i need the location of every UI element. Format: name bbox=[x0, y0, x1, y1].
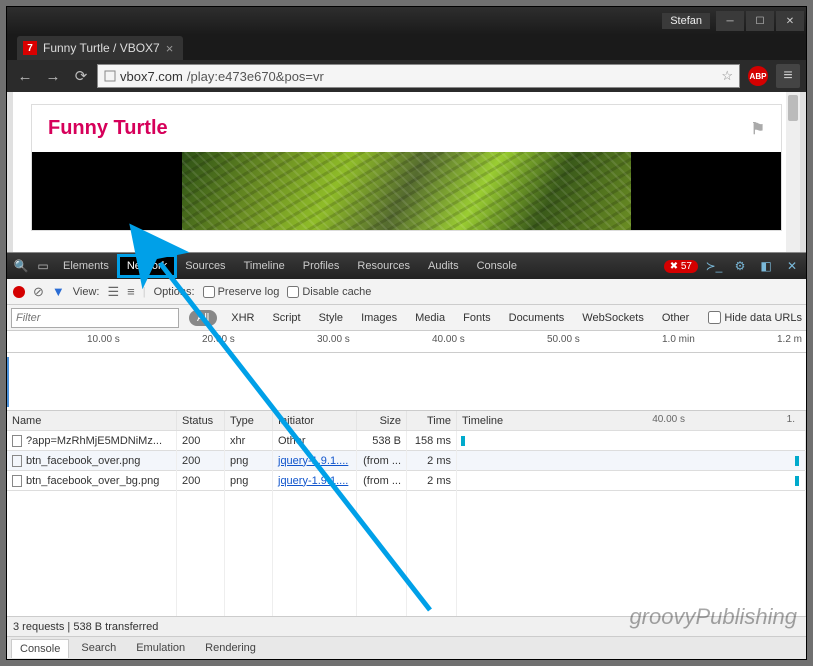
drawer-toggle-icon[interactable]: ≻_ bbox=[704, 259, 724, 273]
forward-button[interactable]: → bbox=[41, 64, 65, 88]
col-time[interactable]: Time bbox=[407, 411, 457, 430]
device-icon[interactable]: ▭ bbox=[33, 259, 53, 273]
filter-images[interactable]: Images bbox=[357, 310, 401, 326]
col-timeline[interactable]: Timeline 40.00 s 1. bbox=[457, 411, 806, 430]
devtools-panel: 🔍 ▭ Elements Network Sources Timeline Pr… bbox=[7, 252, 806, 659]
bookmark-star-icon[interactable]: ☆ bbox=[721, 68, 733, 84]
page-content: Funny Turtle ⚑ bbox=[7, 92, 806, 252]
table-header: Name Status Type Initiator Size Time Tim… bbox=[7, 411, 806, 431]
devtools-drawer-tabs: Console Search Emulation Rendering bbox=[7, 636, 806, 659]
hide-data-urls-checkbox[interactable]: Hide data URLs bbox=[708, 311, 802, 324]
filter-fonts[interactable]: Fonts bbox=[459, 310, 495, 326]
drawer-search[interactable]: Search bbox=[73, 639, 124, 657]
large-rows-icon[interactable]: ☰ bbox=[107, 284, 119, 300]
tab-elements[interactable]: Elements bbox=[55, 256, 117, 276]
page-scrollbar[interactable] bbox=[786, 92, 800, 252]
filter-all[interactable]: All bbox=[189, 310, 217, 326]
record-button[interactable] bbox=[13, 286, 25, 298]
favicon-icon: 7 bbox=[23, 41, 37, 55]
file-icon bbox=[12, 475, 22, 487]
minimize-button[interactable]: ─ bbox=[716, 11, 744, 31]
close-button[interactable]: ✕ bbox=[776, 11, 804, 31]
maximize-button[interactable]: ☐ bbox=[746, 11, 774, 31]
browser-menu-button[interactable]: ≡ bbox=[776, 64, 800, 88]
drawer-emulation[interactable]: Emulation bbox=[128, 639, 193, 657]
devtools-statusbar: 3 requests | 538 B transferred bbox=[7, 616, 806, 636]
network-table: Name Status Type Initiator Size Time Tim… bbox=[7, 411, 806, 616]
url-host: vbox7.com bbox=[120, 69, 183, 84]
initiator-link[interactable]: jquery-1.9.1.... bbox=[278, 475, 348, 487]
browser-navbar: ← → ⟳ vbox7.com/play:e473e670&pos=vr ☆ A… bbox=[7, 60, 806, 92]
page-icon bbox=[104, 70, 116, 82]
tab-profiles[interactable]: Profiles bbox=[295, 256, 348, 276]
col-initiator[interactable]: Initiator bbox=[273, 411, 357, 430]
tab-timeline[interactable]: Timeline bbox=[236, 256, 293, 276]
network-filter-row: All XHR Script Style Images Media Fonts … bbox=[7, 305, 806, 331]
timing-bar bbox=[795, 476, 799, 486]
flag-icon[interactable]: ⚑ bbox=[751, 119, 765, 139]
back-button[interactable]: ← bbox=[13, 64, 37, 88]
filter-toggle-icon[interactable]: ▼ bbox=[52, 284, 65, 299]
tab-resources[interactable]: Resources bbox=[349, 256, 418, 276]
table-row[interactable]: btn_facebook_over_bg.png200pngjquery-1.9… bbox=[7, 471, 806, 491]
table-row[interactable]: ?app=MzRhMjE5MDNiMz...200xhrOther538 B15… bbox=[7, 431, 806, 451]
filter-websockets[interactable]: WebSockets bbox=[578, 310, 648, 326]
window-titlebar: Stefan ─ ☐ ✕ bbox=[7, 7, 806, 35]
devtools-tabs: 🔍 ▭ Elements Network Sources Timeline Pr… bbox=[7, 253, 806, 279]
small-rows-icon[interactable]: ≡ bbox=[127, 284, 135, 299]
options-label: Options: bbox=[154, 286, 195, 298]
table-row[interactable]: btn_facebook_over.png200pngjquery-1.9.1.… bbox=[7, 451, 806, 471]
filter-script[interactable]: Script bbox=[268, 310, 304, 326]
video-player[interactable] bbox=[32, 152, 781, 230]
drawer-rendering[interactable]: Rendering bbox=[197, 639, 264, 657]
url-input[interactable]: vbox7.com/play:e473e670&pos=vr ☆ bbox=[97, 64, 740, 88]
filter-media[interactable]: Media bbox=[411, 310, 449, 326]
col-type[interactable]: Type bbox=[225, 411, 273, 430]
filter-input[interactable] bbox=[11, 308, 179, 328]
dock-icon[interactable]: ◧ bbox=[756, 259, 776, 273]
clear-button[interactable]: ⊘ bbox=[33, 284, 44, 300]
filter-style[interactable]: Style bbox=[315, 310, 347, 326]
col-status[interactable]: Status bbox=[177, 411, 225, 430]
file-icon bbox=[12, 435, 22, 447]
network-toolbar: ⊘ ▼ View: ☰ ≡ | Options: Preserve log Di… bbox=[7, 279, 806, 305]
timeline-ruler: 10.00 s 20.00 s 30.00 s 40.00 s 50.00 s … bbox=[7, 331, 806, 353]
filter-documents[interactable]: Documents bbox=[505, 310, 569, 326]
tab-sources[interactable]: Sources bbox=[177, 256, 233, 276]
devtools-close-icon[interactable]: ✕ bbox=[782, 259, 802, 273]
error-count-badge[interactable]: ✖ 57 bbox=[664, 260, 698, 273]
col-name[interactable]: Name bbox=[7, 411, 177, 430]
tab-network[interactable]: Network bbox=[119, 256, 175, 276]
file-icon bbox=[12, 455, 22, 467]
user-label[interactable]: Stefan bbox=[662, 13, 710, 29]
browser-tab[interactable]: 7 Funny Turtle / VBOX7 × bbox=[17, 36, 183, 60]
timing-bar bbox=[795, 456, 799, 466]
settings-gear-icon[interactable]: ⚙ bbox=[730, 259, 750, 273]
video-thumbnail bbox=[182, 152, 631, 230]
filter-other[interactable]: Other bbox=[658, 310, 694, 326]
preserve-log-checkbox[interactable]: Preserve log bbox=[203, 286, 280, 298]
page-title: Funny Turtle bbox=[48, 117, 168, 140]
disable-cache-checkbox[interactable]: Disable cache bbox=[287, 286, 371, 298]
browser-tabstrip: 7 Funny Turtle / VBOX7 × bbox=[7, 35, 806, 60]
initiator-link[interactable]: jquery-1.9.1.... bbox=[278, 455, 348, 467]
tab-close-icon[interactable]: × bbox=[166, 41, 174, 56]
abp-icon[interactable]: ABP bbox=[748, 66, 768, 86]
timeline-overview[interactable] bbox=[7, 353, 806, 411]
timing-bar bbox=[461, 436, 465, 446]
inspect-icon[interactable]: 🔍 bbox=[11, 259, 31, 273]
view-label: View: bbox=[73, 286, 100, 298]
tab-audits[interactable]: Audits bbox=[420, 256, 467, 276]
tab-console[interactable]: Console bbox=[469, 256, 525, 276]
drawer-console[interactable]: Console bbox=[11, 639, 69, 658]
reload-button[interactable]: ⟳ bbox=[69, 64, 93, 88]
col-size[interactable]: Size bbox=[357, 411, 407, 430]
url-path: /play:e473e670&pos=vr bbox=[187, 69, 324, 84]
tab-title: Funny Turtle / VBOX7 bbox=[43, 41, 160, 55]
filter-xhr[interactable]: XHR bbox=[227, 310, 258, 326]
